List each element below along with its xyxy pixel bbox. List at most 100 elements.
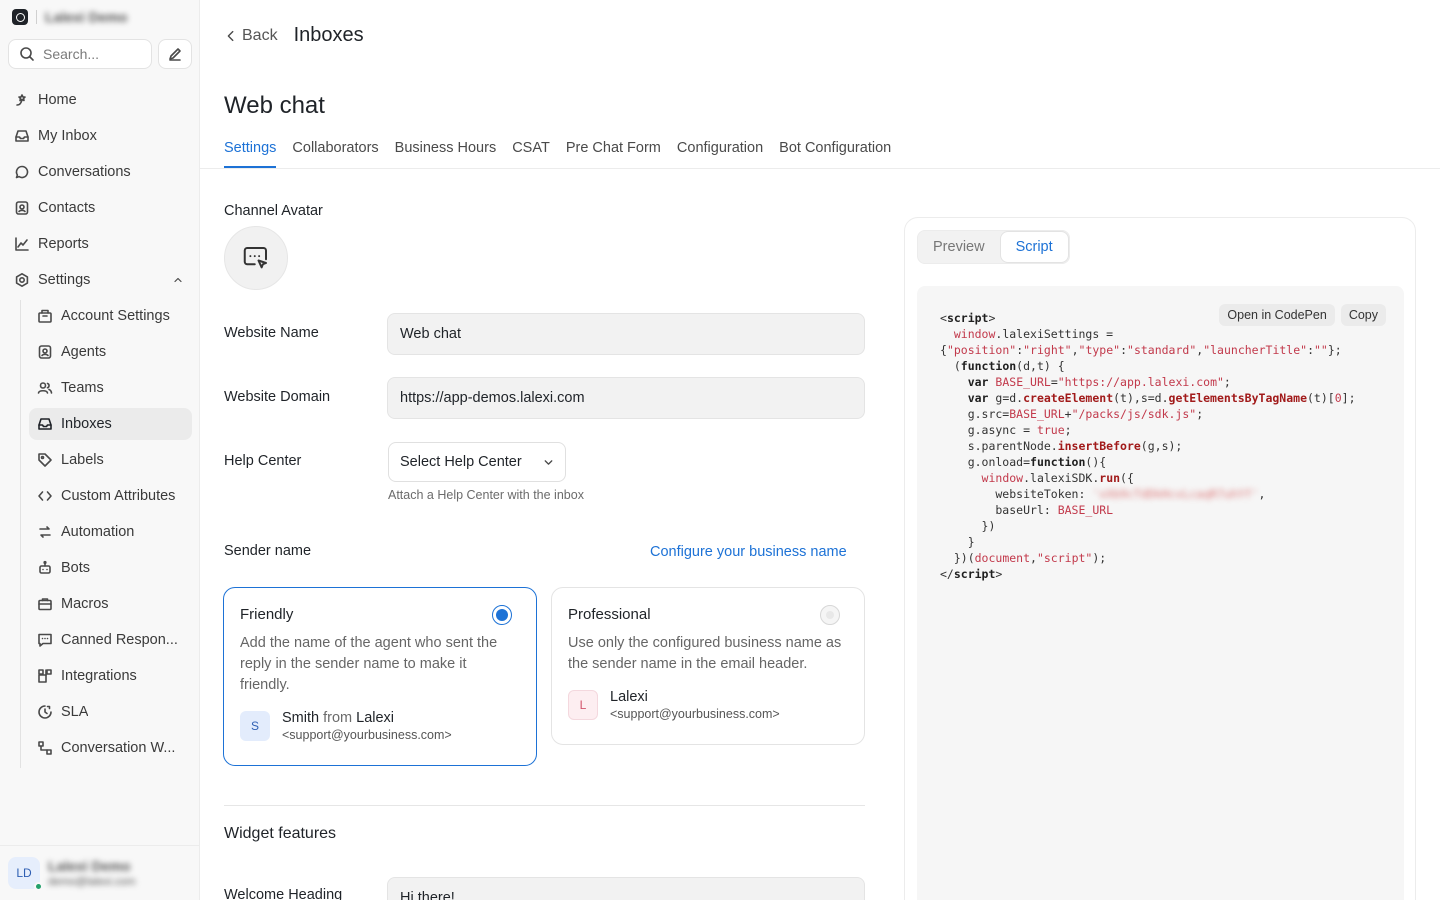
account-switcher[interactable]: Lalexi Demo [12, 9, 127, 25]
settings-item-inboxes[interactable]: Inboxes [29, 408, 192, 440]
channel-avatar[interactable] [224, 226, 288, 290]
inbox-icon [38, 418, 52, 430]
nav-item-settings[interactable]: Settings [8, 264, 192, 296]
tab-bot-configuration[interactable]: Bot Configuration [779, 138, 891, 168]
section-divider [224, 805, 865, 806]
settings-item-canned-responses[interactable]: Canned Respon... [29, 624, 192, 656]
preview-script-toggle: Preview Script [917, 230, 1070, 264]
nav-item-my-inbox[interactable]: My Inbox [8, 120, 192, 152]
tab-business-hours[interactable]: Business Hours [395, 138, 497, 168]
settings-item-bots[interactable]: Bots [29, 552, 192, 584]
clock-icon [38, 705, 52, 719]
nav-item-home[interactable]: Home [8, 84, 192, 116]
tab-settings[interactable]: Settings [224, 138, 277, 168]
option-description: Use only the configured business name as… [568, 635, 842, 672]
tab-configuration[interactable]: Configuration [677, 138, 763, 168]
tab-collaborators[interactable]: Collaborators [292, 138, 378, 168]
business-name: Lalexi [610, 689, 648, 705]
workflow-icon [38, 741, 52, 755]
help-center-select[interactable]: Select Help Center [388, 442, 566, 482]
avatar: LD [8, 857, 43, 891]
search-placeholder: Search... [43, 46, 100, 62]
sender-avatar: L [568, 690, 598, 720]
tab-csat[interactable]: CSAT [512, 138, 550, 168]
friendly-radio[interactable] [492, 605, 512, 625]
sender-email: <support@yourbusiness.com> [610, 707, 780, 721]
nav-label: My Inbox [38, 128, 97, 144]
chevron-up-icon[interactable] [172, 274, 184, 286]
chat-icon [15, 165, 29, 179]
settings-item-automation[interactable]: Automation [29, 516, 192, 548]
settings-item-label: Account Settings [61, 308, 170, 324]
settings-item-label: Conversation W... [61, 740, 176, 756]
from-text: from [323, 710, 353, 726]
tab-preview[interactable]: Preview [918, 231, 1000, 263]
agent-name: Smith [282, 710, 320, 726]
settings-item-macros[interactable]: Macros [29, 588, 192, 620]
agent-icon [38, 345, 52, 359]
online-status-dot [34, 882, 43, 891]
code-icon [38, 491, 52, 501]
sender-option-professional[interactable]: Professional Use only the configured bus… [551, 587, 865, 745]
sender-preview: S Smith from Lalexi <support@yourbusines… [240, 710, 520, 742]
sender-preview: L Lalexi <support@yourbusiness.com> [568, 689, 848, 721]
option-description: Add the name of the agent who sent the r… [240, 635, 498, 693]
embed-script-code: <script> window.lalexiSettings = {"posit… [940, 311, 1356, 581]
sender-avatar: S [240, 711, 270, 741]
search-input[interactable]: Search... [8, 39, 152, 69]
home-icon [16, 94, 26, 106]
chat-cursor-icon [243, 247, 267, 269]
settings-item-agents[interactable]: Agents [29, 336, 192, 368]
tab-script[interactable]: Script [999, 231, 1069, 263]
nav-label: Home [38, 92, 77, 108]
settings-item-conversation-workflow[interactable]: Conversation W... [29, 732, 192, 764]
user-email: demo@lalexi.com [48, 876, 136, 888]
settings-item-label: Inboxes [61, 416, 112, 432]
nav-item-conversations[interactable]: Conversations [8, 156, 192, 188]
bot-icon [39, 560, 51, 574]
tag-icon [38, 453, 52, 467]
configure-business-name-link[interactable]: Configure your business name [650, 544, 847, 560]
user-name: Lalexi Demo [48, 858, 131, 874]
settings-item-teams[interactable]: Teams [29, 372, 192, 404]
welcome-heading-input[interactable]: Hi there! [387, 877, 865, 900]
settings-item-custom-attributes[interactable]: Custom Attributes [29, 480, 192, 512]
settings-item-label: Labels [61, 452, 104, 468]
website-domain-input[interactable]: https://app-demos.lalexi.com [387, 377, 865, 419]
back-label: Back [242, 26, 278, 44]
gear-icon [15, 273, 29, 287]
settings-item-sla[interactable]: SLA [29, 696, 192, 728]
inbox-name-heading: Web chat [224, 92, 325, 119]
automation-icon [39, 526, 51, 538]
website-domain-value: https://app-demos.lalexi.com [400, 390, 585, 406]
website-name-input[interactable]: Web chat [387, 313, 865, 355]
settings-item-integrations[interactable]: Integrations [29, 660, 192, 692]
settings-item-labels[interactable]: Labels [29, 444, 192, 476]
sidebar: Lalexi Demo Search... Home My Inbox Conv… [0, 0, 200, 900]
nav-label: Contacts [38, 200, 96, 216]
nav-label: Settings [38, 272, 91, 288]
settings-item-account[interactable]: Account Settings [29, 300, 192, 332]
contacts-icon [15, 201, 29, 215]
nav-item-reports[interactable]: Reports [8, 228, 192, 260]
settings-item-label: Automation [61, 524, 135, 540]
compose-button[interactable] [158, 39, 192, 69]
sender-option-friendly[interactable]: Friendly Add the name of the agent who s… [223, 587, 537, 766]
settings-item-label: Teams [61, 380, 104, 396]
website-name-label: Website Name [224, 325, 319, 341]
chevron-down-icon [544, 459, 553, 465]
professional-radio[interactable] [820, 605, 840, 625]
option-title: Friendly [240, 606, 294, 623]
account-name[interactable]: Lalexi Demo [45, 9, 127, 25]
back-button[interactable]: Back [224, 27, 278, 45]
inbox-icon [15, 130, 29, 142]
script-code-block: Open in CodePen Copy <script> window.lal… [917, 286, 1404, 900]
nav-item-contacts[interactable]: Contacts [8, 192, 192, 224]
tab-pre-chat-form[interactable]: Pre Chat Form [566, 138, 661, 168]
app-logo-icon [12, 9, 28, 25]
user-details: Lalexi Demo demo@lalexi.com [48, 858, 136, 888]
user-menu[interactable]: LD Lalexi Demo demo@lalexi.com [0, 845, 199, 900]
sender-name-line: Smith from Lalexi [282, 710, 452, 726]
settings-item-label: SLA [61, 704, 89, 720]
integrations-icon [38, 669, 52, 683]
